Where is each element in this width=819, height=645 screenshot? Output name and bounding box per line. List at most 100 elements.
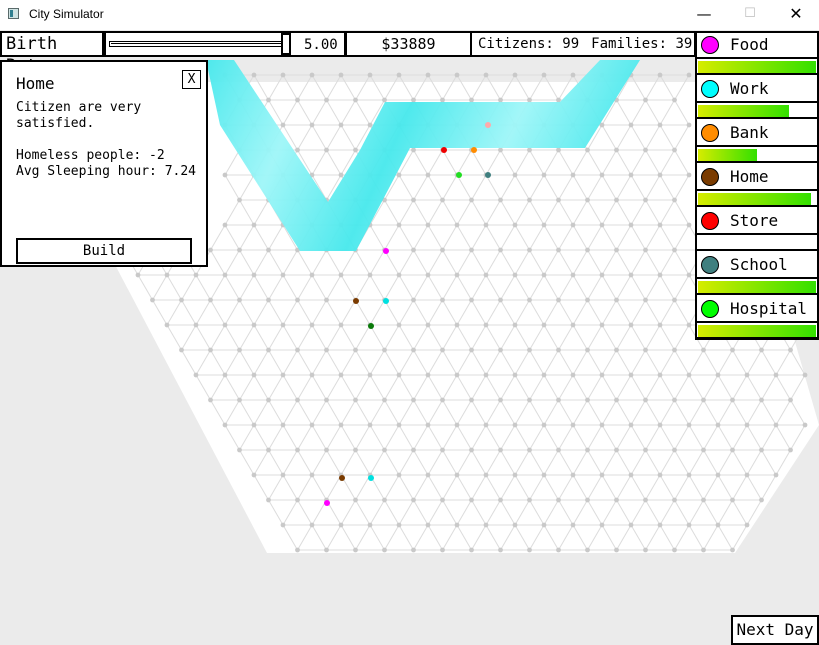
grid-node[interactable] [556,297,561,303]
grid-node[interactable] [469,447,474,453]
grid-node[interactable] [382,347,387,353]
grid-node[interactable] [498,147,503,153]
grid-node[interactable] [541,522,547,528]
grid-node[interactable] [498,547,503,553]
grid-node[interactable] [440,347,445,353]
grid-node[interactable] [541,72,547,78]
grid-node[interactable] [353,497,358,503]
grid-node[interactable] [657,272,663,278]
grid-node[interactable] [512,72,518,78]
grid-node[interactable] [556,397,561,403]
grid-node[interactable] [686,322,692,328]
legend-item-work[interactable]: Work [697,77,817,121]
grid-node[interactable] [425,422,431,428]
grid-node[interactable] [295,147,300,153]
grid-node[interactable] [425,522,431,528]
grid-node[interactable] [164,322,170,328]
grid-node[interactable] [498,197,503,203]
grid-node[interactable] [396,172,402,178]
grid-node[interactable] [251,272,257,278]
grid-node[interactable] [701,397,706,403]
grid-node[interactable] [585,297,590,303]
grid-node[interactable] [686,372,692,378]
grid-node[interactable] [570,272,576,278]
grid-node[interactable] [237,347,242,353]
food-building[interactable] [324,500,330,506]
grid-node[interactable] [411,547,416,553]
grid-node[interactable] [280,122,286,128]
grid-node[interactable] [280,272,286,278]
grid-node[interactable] [715,372,721,378]
grid-node[interactable] [367,72,373,78]
grid-node[interactable] [657,122,663,128]
grid-node[interactable] [672,397,677,403]
grid-node[interactable] [657,522,663,528]
grid-node[interactable] [570,372,576,378]
grid-node[interactable] [759,347,764,353]
grid-node[interactable] [382,447,387,453]
grid-node[interactable] [585,547,590,553]
grid-node[interactable] [338,122,344,128]
grid-node[interactable] [280,472,286,478]
grid-node[interactable] [411,197,416,203]
grid-node[interactable] [541,472,547,478]
grid-node[interactable] [309,472,315,478]
grid-node[interactable] [411,497,416,503]
grid-node[interactable] [730,447,735,453]
grid-node[interactable] [411,397,416,403]
grid-node[interactable] [541,222,547,228]
grid-node[interactable] [454,222,460,228]
grid-node[interactable] [570,522,576,528]
grid-node[interactable] [411,447,416,453]
grid-node[interactable] [541,272,547,278]
grid-node[interactable] [425,72,431,78]
grid-node[interactable] [715,422,721,428]
grid-node[interactable] [599,322,605,328]
panel-close-button[interactable]: X [182,70,201,89]
grid-node[interactable] [614,297,619,303]
grid-node[interactable] [454,522,460,528]
legend-item-hospital[interactable]: Hospital [697,297,817,341]
grid-node[interactable] [672,297,677,303]
grid-node[interactable] [469,297,474,303]
grid-node[interactable] [628,522,634,528]
grid-node[interactable] [802,422,808,428]
grid-node[interactable] [527,447,532,453]
food-building[interactable] [383,248,389,254]
grid-node[interactable] [527,197,532,203]
grid-node[interactable] [730,347,735,353]
grid-node[interactable] [512,372,518,378]
grid-node[interactable] [541,422,547,428]
grid-node[interactable] [672,247,677,253]
grid-node[interactable] [338,272,344,278]
grid-node[interactable] [367,422,373,428]
grid-node[interactable] [570,472,576,478]
store-building[interactable] [441,147,447,153]
grid-node[interactable] [556,347,561,353]
legend-label[interactable]: School [697,253,817,279]
grid-node[interactable] [251,222,257,228]
grid-node[interactable] [425,472,431,478]
minimize-button[interactable]: — [681,0,727,30]
grid-node[interactable] [295,297,300,303]
grid-node[interactable] [643,147,648,153]
grid-node[interactable] [701,547,706,553]
school-building[interactable] [485,172,491,178]
grid-node[interactable] [193,322,199,328]
grid-node[interactable] [643,247,648,253]
grid-node[interactable] [367,372,373,378]
grid-node[interactable] [411,297,416,303]
grid-node[interactable] [440,397,445,403]
grid-node[interactable] [222,322,228,328]
grid-node[interactable] [367,522,373,528]
grid-node[interactable] [628,172,634,178]
grid-node[interactable] [396,372,402,378]
grid-node[interactable] [324,447,329,453]
birth-rate-slider-thumb[interactable] [281,33,291,55]
grid-node[interactable] [353,97,358,103]
grid-node[interactable] [382,97,387,103]
grid-node[interactable] [672,447,677,453]
grid-node[interactable] [773,472,779,478]
next-day-button[interactable]: Next Day [731,615,819,645]
grid-node[interactable] [512,222,518,228]
